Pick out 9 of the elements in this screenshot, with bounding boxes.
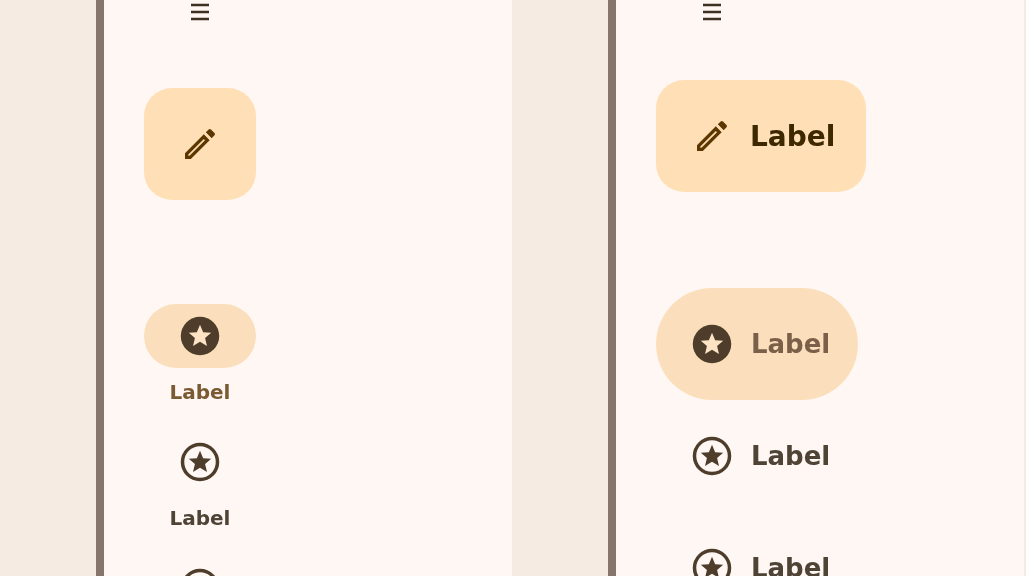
- drawer-item[interactable]: Label: [656, 288, 858, 400]
- filled-star-circle-icon: [179, 315, 221, 357]
- rail-item-label[interactable]: Label: [169, 506, 231, 530]
- star-circle-icon: [179, 441, 221, 483]
- rail-item-label[interactable]: Label: [169, 380, 231, 404]
- drawer-item[interactable]: Label: [656, 400, 858, 512]
- filled-star-circle-icon: [691, 323, 733, 365]
- star-circle-icon: [691, 435, 733, 477]
- extended-fab[interactable]: Label: [656, 80, 866, 192]
